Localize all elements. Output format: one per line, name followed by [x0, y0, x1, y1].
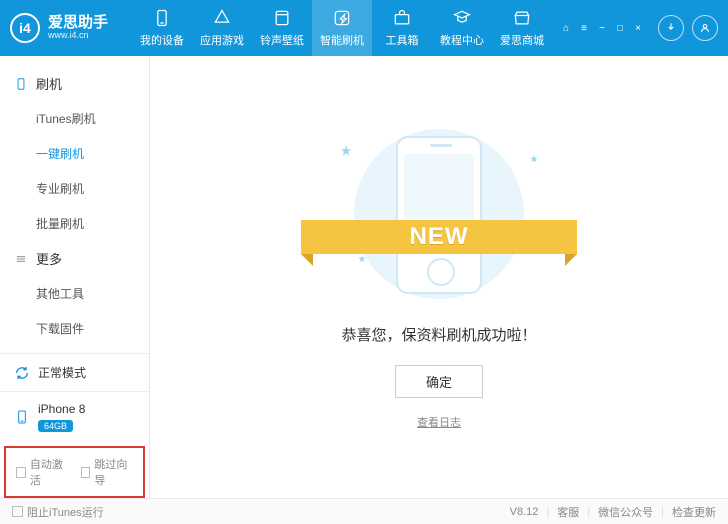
- app-url: www.i4.cn: [48, 31, 108, 41]
- success-illustration: NEW: [329, 124, 549, 304]
- nav-ringtones[interactable]: 铃声壁纸: [252, 0, 312, 56]
- new-banner: NEW: [301, 212, 577, 262]
- sidebar-item-download-fw[interactable]: 下载固件: [0, 311, 149, 346]
- download-button[interactable]: [658, 15, 684, 41]
- sidebar: 刷机 iTunes刷机 一键刷机 专业刷机 批量刷机 更多 其他工具 下载固件 …: [0, 56, 150, 498]
- device-name: iPhone 8: [38, 402, 85, 416]
- options-highlighted: 自动激活 跳过向导: [4, 446, 145, 498]
- sidebar-item-pro-flash[interactable]: 专业刷机: [0, 171, 149, 206]
- btn-close-icon[interactable]: ×: [632, 22, 644, 34]
- phone-icon: [14, 409, 30, 425]
- chk-skip-wizard[interactable]: 跳过向导: [81, 456, 134, 488]
- chk-auto-activate[interactable]: 自动激活: [16, 456, 69, 488]
- account-button[interactable]: [692, 15, 718, 41]
- section-more-header: 更多: [0, 241, 149, 276]
- app-name: 爱思助手: [48, 15, 108, 32]
- ok-button[interactable]: 确定: [395, 365, 483, 398]
- btn-cart-icon[interactable]: ⌂: [560, 22, 572, 34]
- sidebar-item-other-tools[interactable]: 其他工具: [0, 276, 149, 311]
- chk-block-itunes[interactable]: 阻止iTunes运行: [12, 504, 104, 520]
- link-wechat[interactable]: 微信公众号: [598, 504, 653, 520]
- nav-my-device[interactable]: 我的设备: [132, 0, 192, 56]
- mode-label: 正常模式: [38, 364, 86, 381]
- status-bar: 阻止iTunes运行 V8.12 | 客服 | 微信公众号 | 检查更新: [0, 498, 728, 524]
- main-nav: 我的设备 应用游戏 铃声壁纸 智能刷机 工具箱 教程中心 爱思商城: [132, 0, 552, 56]
- version-label: V8.12: [510, 506, 539, 518]
- nav-tutorials[interactable]: 教程中心: [432, 0, 492, 56]
- device-mode[interactable]: 正常模式: [0, 354, 149, 392]
- btn-menu-icon[interactable]: ≡: [578, 22, 590, 34]
- view-log-link[interactable]: 查看日志: [417, 414, 461, 430]
- app-logo: i4 爱思助手 www.i4.cn: [10, 13, 108, 43]
- main-content: NEW 恭喜您，保资料刷机成功啦！ 确定 查看日志: [150, 56, 728, 498]
- success-message: 恭喜您，保资料刷机成功啦！: [341, 324, 536, 345]
- nav-toolbox[interactable]: 工具箱: [372, 0, 432, 56]
- device-row[interactable]: iPhone 8 64GB: [0, 392, 149, 442]
- nav-store[interactable]: 爱思商城: [492, 0, 552, 56]
- title-bar: i4 爱思助手 www.i4.cn 我的设备 应用游戏 铃声壁纸 智能刷机 工具…: [0, 0, 728, 56]
- link-support[interactable]: 客服: [557, 504, 579, 520]
- btn-maximize-icon[interactable]: □: [614, 22, 626, 34]
- sidebar-item-itunes-flash[interactable]: iTunes刷机: [0, 101, 149, 136]
- logo-icon: i4: [10, 13, 40, 43]
- window-controls: ⌂ ≡ − □ ×: [560, 22, 644, 34]
- btn-minimize-icon[interactable]: −: [596, 22, 608, 34]
- refresh-icon: [14, 365, 30, 381]
- storage-badge: 64GB: [38, 420, 73, 432]
- section-flash-header: 刷机: [0, 66, 149, 101]
- sidebar-item-advanced[interactable]: 高级功能: [0, 346, 149, 353]
- sidebar-item-oneclick-flash[interactable]: 一键刷机: [0, 136, 149, 171]
- nav-flash[interactable]: 智能刷机: [312, 0, 372, 56]
- link-update[interactable]: 检查更新: [672, 504, 716, 520]
- sidebar-item-batch-flash[interactable]: 批量刷机: [0, 206, 149, 241]
- nav-apps[interactable]: 应用游戏: [192, 0, 252, 56]
